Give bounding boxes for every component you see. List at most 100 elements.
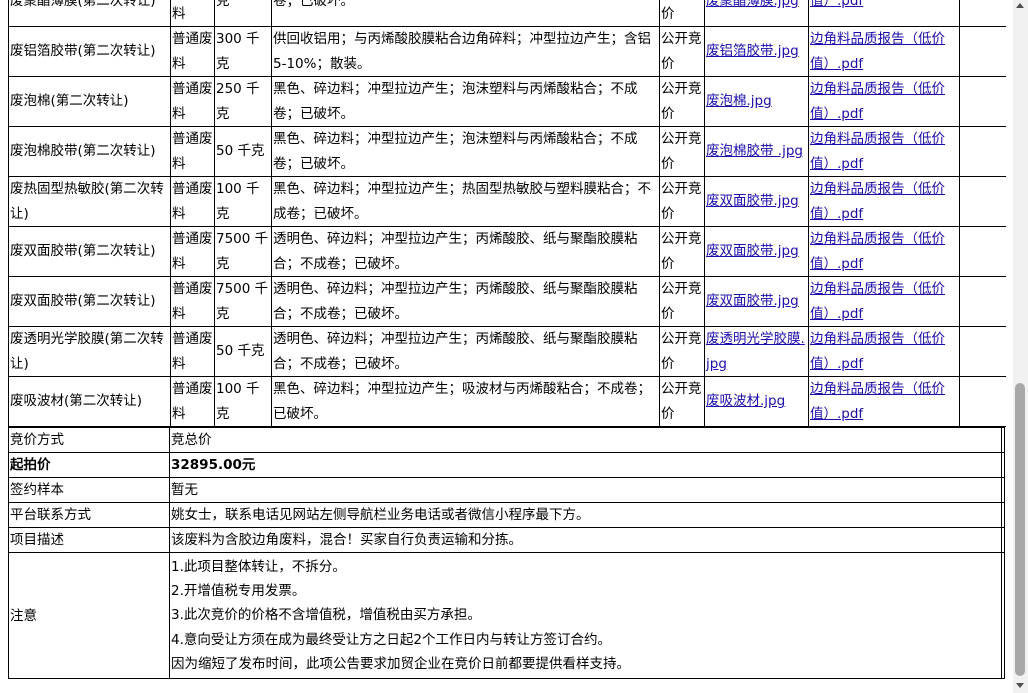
- item-photo-link[interactable]: 废聚酯薄膜.jpg: [706, 0, 799, 9]
- item-photo-link[interactable]: 废双面胶带.jpg: [706, 293, 799, 309]
- item-description: 黑色、碎边料；冲型拉边产生；热固型热敏胶与塑料膜粘合；不成卷；已破坏。: [273, 181, 651, 222]
- item-photo-link[interactable]: 废泡棉胶带 .jpg: [706, 143, 803, 159]
- item-method: 公开竞价: [661, 381, 702, 422]
- item-photo-link[interactable]: 废吸波材.jpg: [706, 393, 785, 409]
- row-edge: [1001, 502, 1005, 528]
- item-quantity-cell: 100 千克: [214, 376, 272, 427]
- item-photo-link[interactable]: 废双面胶带.jpg: [706, 243, 799, 259]
- item-category-cell: 普通废料: [170, 126, 215, 177]
- item-quantity: 7500 千克: [216, 231, 269, 272]
- item-category: 普通废料: [172, 81, 213, 122]
- item-report-link[interactable]: 边角料品质报告（低价值）.pdf: [810, 181, 945, 222]
- row-edge: [1001, 427, 1005, 453]
- item-method-cell: 公开竞价: [659, 26, 705, 77]
- item-photo-link[interactable]: 废透明光学胶膜.jpg: [706, 331, 805, 372]
- item-quantity-cell: 克: [214, 0, 272, 27]
- sample-value: 暂无: [169, 477, 1002, 503]
- item-quantity: 100 千克: [216, 181, 260, 222]
- item-quantity: 克: [216, 0, 230, 10]
- item-report-link-cell: 边角料品质报告（低价值）.pdf: [808, 76, 960, 127]
- item-photo-link-cell: 废吸波材.jpg: [704, 376, 809, 427]
- item-description-cell: 黑色、碎边料；冲型拉边产生；热固型热敏胶与塑料膜粘合；不成卷；已破坏。: [271, 176, 660, 227]
- item-report-link[interactable]: 边角料品质报告（低价值）.pdf: [810, 31, 945, 72]
- item-name-cell: 废泡棉胶带(第二次转让): [8, 126, 171, 177]
- item-report-link[interactable]: 边角料品质报告（低价值）.pdf: [810, 331, 945, 372]
- item-report-link-cell: 边角料品质报告（低价值）.pdf: [808, 26, 960, 77]
- item-photo-link-cell: 废泡棉胶带 .jpg: [704, 126, 809, 177]
- item-report-link[interactable]: 边角料品质报告（低价值）.pdf: [810, 381, 945, 422]
- item-name-cell: 废吸波材(第二次转让): [8, 376, 171, 427]
- scroll-down-arrow-icon[interactable]: [1016, 683, 1024, 688]
- item-method: 公开竞价: [661, 131, 702, 172]
- item-photo-link-cell: 废泡棉.jpg: [704, 76, 809, 127]
- notes-value: 1.此项目整体转让，不拆分。 2.开增值税专用发票。 3.此次竞价的价格不含增值…: [169, 551, 1002, 680]
- item-name: 废泡棉(第二次转让): [10, 93, 129, 110]
- table-row: 废热固型热敏胶(第二次转让) 普通废料 100 千克 黑色、碎边料；冲型拉边产生；热固…: [8, 176, 1006, 227]
- item-photo-link[interactable]: 废泡棉.jpg: [706, 93, 772, 109]
- item-category: 普通废料: [172, 31, 213, 72]
- item-photo-link-cell: 废双面胶带.jpg: [704, 176, 809, 227]
- notes-label: 注意: [8, 551, 170, 680]
- item-name: 废双面胶带(第二次转让): [10, 293, 156, 310]
- item-name: 废铝箔胶带(第二次转让): [10, 43, 156, 60]
- table-row: 废聚酯薄膜(第二次转让) 普通废料 克 卷；已破坏。公开竞价 废聚酯薄膜.jpg 值）.p…: [8, 0, 1006, 27]
- item-method: 公开竞价: [661, 181, 702, 222]
- bid-method-label: 竞价方式: [8, 427, 170, 453]
- item-method-cell: 公开竞价: [659, 0, 705, 27]
- item-name: 废聚酯薄膜(第二次转让): [10, 0, 156, 10]
- item-name: 废泡棉胶带(第二次转让): [10, 143, 156, 160]
- scroll-up-arrow-icon[interactable]: [1016, 3, 1024, 8]
- item-report-link[interactable]: 边角料品质报告（低价值）.pdf: [810, 281, 945, 322]
- item-category: 普通废料: [172, 281, 213, 322]
- table-row: 废透明光学胶膜(第二次转让) 普通废料 50 千克 透明色、碎边料；冲型拉边产生；丙烯…: [8, 326, 1006, 377]
- item-report-link-cell: 边角料品质报告（低价值）.pdf: [808, 326, 960, 377]
- item-name-cell: 废铝箔胶带(第二次转让): [8, 26, 171, 77]
- item-report-link-cell: 值）.pdf: [808, 0, 960, 27]
- item-photo-link[interactable]: 废双面胶带.jpg: [706, 193, 799, 209]
- item-report-link-cell: 边角料品质报告（低价值）.pdf: [808, 176, 960, 227]
- item-quantity-cell: 100 千克: [214, 176, 272, 227]
- item-report-link-cell: 边角料品质报告（低价值）.pdf: [808, 126, 960, 177]
- item-quantity: 100 千克: [216, 381, 260, 422]
- item-name-cell: 废双面胶带(第二次转让): [8, 276, 171, 327]
- item-category-cell: 普通废料: [170, 176, 215, 227]
- item-method-cell: 公开竞价: [659, 226, 705, 277]
- item-report-link-cell: 边角料品质报告（低价值）.pdf: [808, 276, 960, 327]
- item-description: 透明色、碎边料；冲型拉边产生；丙烯酸胶、纸与聚酯胶膜粘合；不成卷；已破坏。: [273, 281, 638, 322]
- note-line: 因为缩短了发布时间，此项公告要求加贸企业在竞价日前都要提供看样支持。: [171, 655, 630, 672]
- item-report-link[interactable]: 边角料品质报告（低价值）.pdf: [810, 131, 945, 172]
- scrollbar-thumb[interactable]: [1015, 383, 1025, 676]
- item-report-link[interactable]: 值）.pdf: [810, 0, 863, 9]
- item-description-cell: 透明色、碎边料；冲型拉边产生；丙烯酸胶、纸与聚酯胶膜粘合；不成卷；已破坏。: [271, 276, 660, 327]
- item-photo-link-cell: 废双面胶带.jpg: [704, 276, 809, 327]
- item-method-cell: 公开竞价: [659, 326, 705, 377]
- start-price-label: 起拍价: [8, 452, 170, 478]
- empty-cell: [959, 376, 1006, 427]
- item-report-link[interactable]: 边角料品质报告（低价值）.pdf: [810, 81, 945, 122]
- row-edge: [1001, 477, 1005, 503]
- row-edge: [1001, 551, 1005, 680]
- item-name: 废吸波材(第二次转让): [10, 393, 143, 410]
- auction-info-table: 竞价方式 竞总价 起拍价 32895.00元 签约样本 暂无 平台联系方式 姚女…: [8, 427, 1005, 680]
- item-description: 卷；已破坏。: [273, 0, 354, 10]
- item-category-cell: 普通废料: [170, 226, 215, 277]
- table-row: 废泡棉(第二次转让) 普通废料 250 千克 黑色、碎边料；冲型拉边产生；泡沫塑料与丙…: [8, 76, 1006, 127]
- item-quantity-cell: 7500 千克: [214, 226, 272, 277]
- table-row: 废铝箔胶带(第二次转让) 普通废料 300 千克 供回收铝用；与丙烯酸胶膜粘合边角碎料…: [8, 26, 1006, 77]
- item-method-cell: 公开竞价: [659, 276, 705, 327]
- note-line: 1.此项目整体转让，不拆分。: [171, 559, 346, 575]
- item-method: 公开竞价: [661, 281, 702, 322]
- note-line: 3.此次竞价的价格不含增值税，增值税由买方承担。: [171, 607, 481, 624]
- item-report-link[interactable]: 边角料品质报告（低价值）.pdf: [810, 231, 945, 272]
- item-name: 废热固型热敏胶(第二次转让): [10, 181, 164, 222]
- note-line: 4.意向受让方须在成为最终受让方之日起2个工作日内与转让方签订合约。: [171, 631, 611, 648]
- item-name-cell: 废泡棉(第二次转让): [8, 76, 171, 127]
- item-photo-link[interactable]: 废铝箔胶带.jpg: [706, 43, 799, 59]
- start-price-row: 起拍价 32895.00元: [8, 452, 1005, 478]
- vertical-scrollbar[interactable]: [1013, 0, 1028, 693]
- item-report-link-cell: 边角料品质报告（低价值）.pdf: [808, 226, 960, 277]
- item-method: 公开竞价: [661, 5, 675, 22]
- item-quantity: 250 千克: [216, 81, 260, 122]
- item-category-cell: 普通废料: [170, 326, 215, 377]
- notes-row: 注意 1.此项目整体转让，不拆分。 2.开增值税专用发票。 3.此次竞价的价格不…: [8, 551, 1005, 680]
